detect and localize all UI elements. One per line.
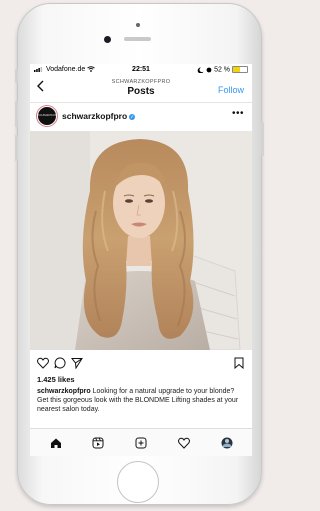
portrait-image: [30, 131, 252, 350]
status-bar: Vodafone.de 22:51 52 %: [30, 64, 252, 76]
battery-icon: [232, 66, 248, 73]
power-button: [261, 122, 264, 156]
bookmark-icon[interactable]: [234, 357, 244, 369]
post-header: SCHWARZKOPF schwarzkopfpro ✓ •••: [30, 105, 252, 129]
reels-icon[interactable]: [92, 437, 104, 449]
alarm-icon: [206, 67, 212, 72]
likes-count[interactable]: 1.425 likes: [37, 375, 75, 384]
activity-icon[interactable]: [178, 437, 190, 449]
front-camera: [104, 36, 111, 43]
verified-badge-icon: ✓: [129, 113, 136, 120]
battery-fill: [233, 67, 241, 72]
post-actions: [30, 354, 252, 372]
mute-switch: [15, 69, 18, 83]
home-icon[interactable]: [50, 437, 62, 449]
caption-username[interactable]: schwarzkopfpro: [37, 388, 91, 395]
battery-percent: 52 %: [214, 66, 231, 74]
follow-button[interactable]: Follow: [218, 85, 244, 95]
moon-icon: [197, 66, 204, 73]
post-photo[interactable]: [30, 131, 252, 350]
share-icon[interactable]: [71, 357, 83, 369]
volume-down-button: [15, 135, 18, 161]
instagram-screen: Vodafone.de 22:51 52 % SCHWARZKOPFPRO Po…: [30, 64, 252, 456]
nav-bar: SCHWARZKOPFPRO Posts Follow: [30, 76, 252, 102]
new-post-icon[interactable]: [135, 437, 147, 449]
heart-icon[interactable]: [37, 357, 49, 369]
more-options-icon[interactable]: •••: [232, 108, 244, 119]
avatar-logo-text: SCHWARZKOPF: [38, 114, 59, 117]
home-button[interactable]: [117, 461, 159, 503]
front-sensor: [136, 23, 140, 27]
avatar[interactable]: SCHWARZKOPF: [37, 106, 59, 126]
bottom-tab-bar: [30, 428, 252, 456]
username-label: schwarzkopfpro: [62, 111, 128, 121]
volume-up-button: [15, 101, 18, 127]
status-right: 52 %: [197, 66, 248, 73]
nav-divider: [30, 102, 252, 103]
profile-icon[interactable]: [221, 437, 233, 449]
earpiece-speaker: [124, 37, 151, 41]
post-username[interactable]: schwarzkopfpro ✓: [62, 111, 136, 121]
comment-icon[interactable]: [54, 357, 66, 369]
post-caption: schwarzkopfpro Looking for a natural upg…: [37, 387, 247, 414]
